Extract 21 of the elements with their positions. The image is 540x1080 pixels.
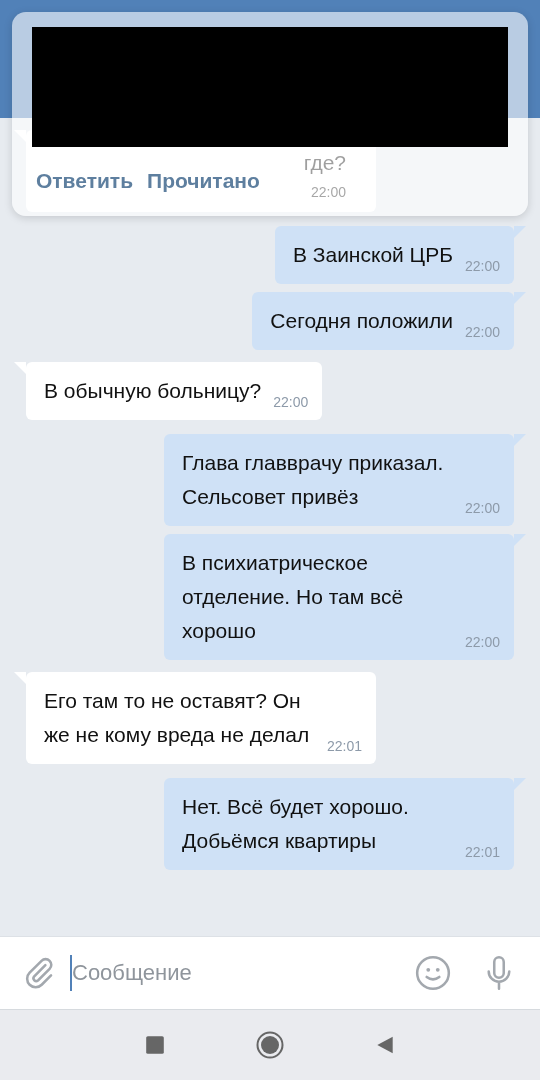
message-time: 22:00 (464, 499, 500, 518)
message-time: 22:00 (464, 257, 500, 276)
text-cursor (70, 955, 72, 991)
message-time: 22:00 (310, 183, 346, 202)
message-time: 22:00 (464, 633, 500, 652)
message-text: Сегодня положили (270, 308, 453, 334)
message-text: Глава главврачу приказал. Сельсовет привёз (182, 450, 445, 510)
message-text: Его там то не оставят? Он же не кому вреда не делал (44, 688, 311, 748)
message-text: Нет. Всё будет хорошо. Добьёмся квартиры (182, 794, 410, 854)
home-icon[interactable] (256, 1031, 284, 1059)
message-time: 22:01 (326, 737, 362, 756)
message-time: 22:00 (273, 393, 309, 412)
message-time: 22:01 (464, 843, 500, 862)
message-time: 22:00 (464, 323, 500, 342)
notification-action-button[interactable]: Ответить (36, 169, 134, 193)
message-text: В психиатрическое отделение. Но там всё хорошо (182, 550, 405, 644)
recents-icon[interactable] (144, 1034, 166, 1056)
message-text: В Заинской ЦРБ (292, 242, 453, 268)
notification-action-button[interactable]: Прочитано (147, 169, 260, 193)
message-text: где? (303, 150, 346, 176)
message-text: В обычную больницу? (44, 378, 262, 404)
